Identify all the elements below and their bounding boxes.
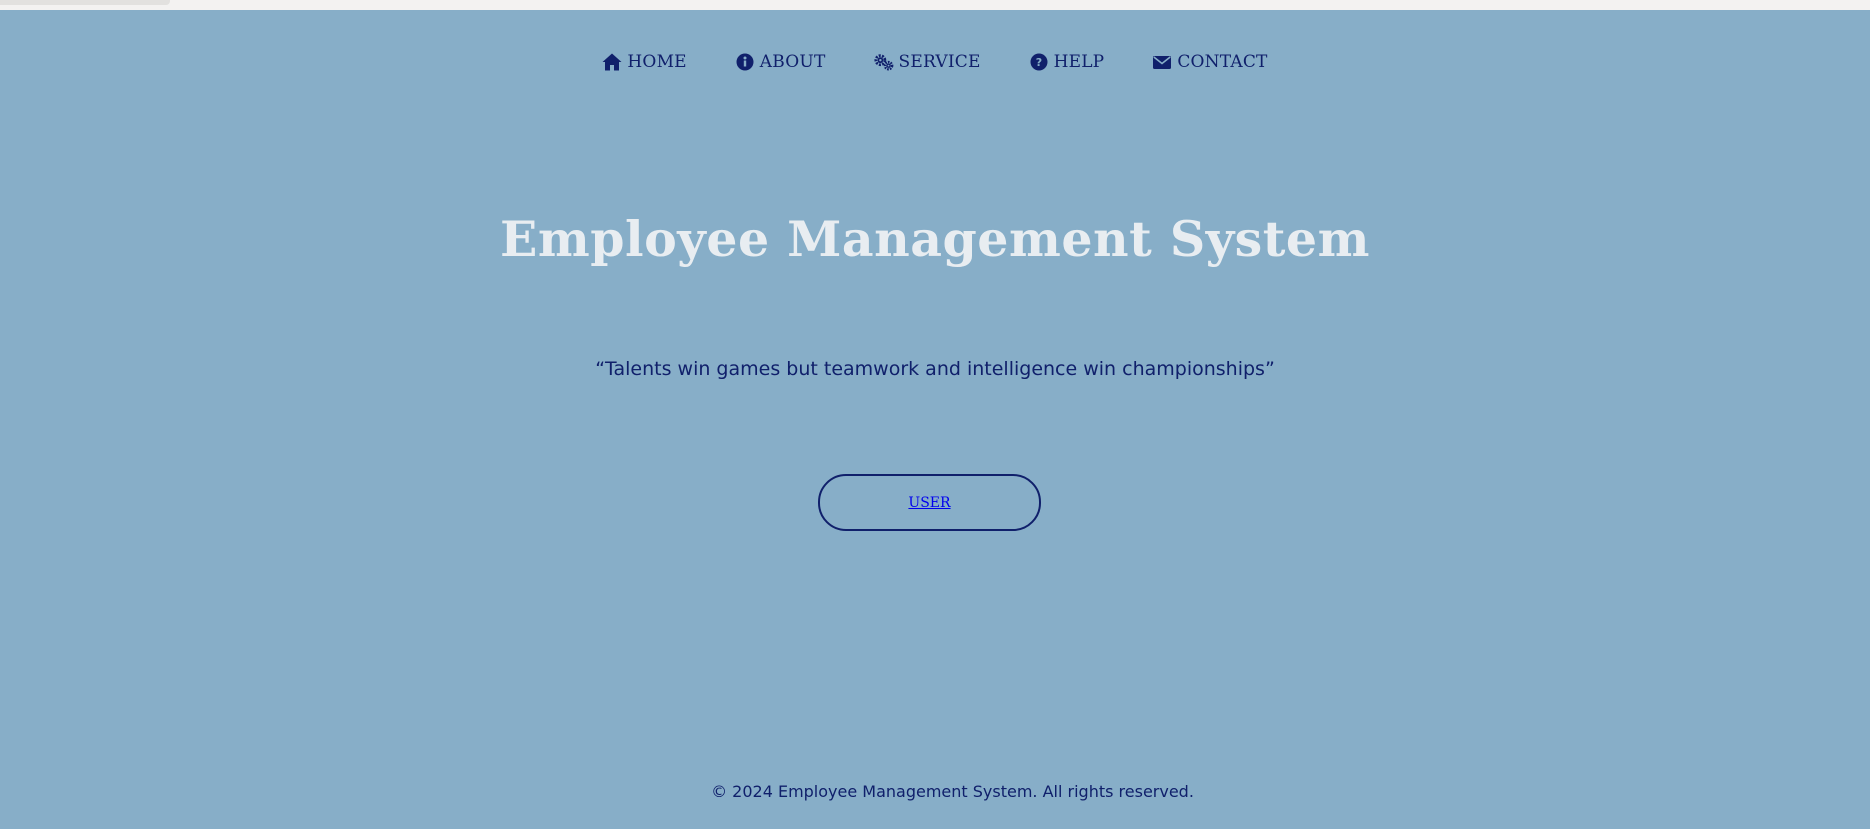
main-nav: HOME ABOUT SERVICE ? HELP CONTACT: [0, 50, 1870, 74]
nav-item-help[interactable]: ? HELP: [1029, 50, 1105, 74]
nav-item-label: HELP: [1053, 52, 1105, 72]
nav-item-label: CONTACT: [1177, 52, 1268, 72]
gears-icon: [873, 52, 894, 72]
home-icon: [602, 52, 622, 72]
footer-copyright: © 2024 Employee Management System. All r…: [711, 782, 1194, 801]
nav-item-about[interactable]: ABOUT: [735, 50, 826, 74]
browser-tab-stub: [0, 0, 170, 5]
user-link[interactable]: USER: [908, 495, 950, 511]
nav-item-label: HOME: [627, 52, 687, 72]
page-title: Employee Management System: [500, 210, 1370, 268]
nav-item-service[interactable]: SERVICE: [873, 50, 981, 74]
nav-item-label: ABOUT: [759, 52, 826, 72]
nav-item-label: SERVICE: [898, 52, 981, 72]
info-circle-icon: [735, 52, 755, 72]
nav-item-contact[interactable]: CONTACT: [1152, 50, 1267, 74]
question-circle-icon: ?: [1029, 52, 1049, 72]
user-button[interactable]: USER: [818, 474, 1041, 531]
browser-top-strip: [0, 0, 1870, 10]
envelope-icon: [1152, 52, 1172, 72]
hero-quote: “Talents win games but teamwork and inte…: [595, 358, 1275, 380]
svg-text:?: ?: [1035, 56, 1042, 69]
nav-item-home[interactable]: HOME: [602, 50, 687, 74]
